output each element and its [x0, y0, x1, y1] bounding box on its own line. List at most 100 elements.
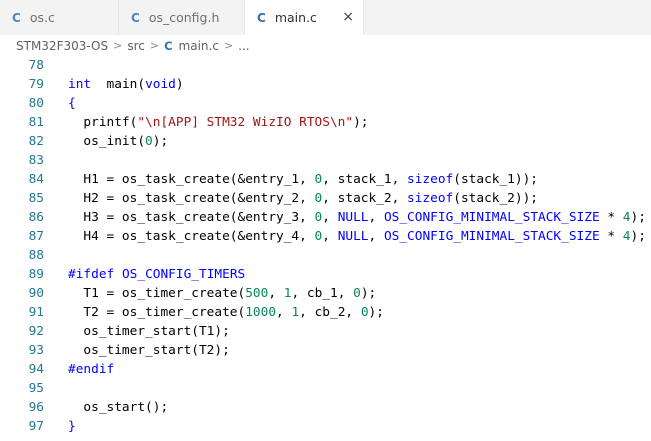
code-text: T1 = os_timer_create(500, 1, cb_1, 0);	[68, 284, 376, 303]
code-line[interactable]: 78	[0, 56, 651, 75]
code-token: int	[68, 77, 92, 92]
tab-label: os_config.h	[148, 10, 220, 25]
code-token: );	[353, 115, 369, 130]
code-editor[interactable]: 78 79 int main(void) 80 {81 printf("\n[APP] …	[0, 56, 651, 441]
code-text: H1 = os_task_create(&entry_1, 0, stack_1…	[68, 170, 538, 189]
code-text: H2 = os_task_create(&entry_2, 0, stack_2…	[68, 189, 538, 208]
code-token: ,	[322, 229, 338, 244]
code-token: , cb_1,	[291, 286, 354, 301]
code-token: printf(	[68, 115, 138, 130]
code-line[interactable]: 95	[0, 379, 651, 398]
code-token: ,	[268, 286, 284, 301]
breadcrumb-project[interactable]: STM32F303-OS	[16, 39, 108, 53]
line-number: 89	[28, 267, 44, 282]
code-text: printf("\n[APP] STM32 WizIO RTOS\n");	[68, 113, 369, 132]
tab-label: main.c	[274, 10, 317, 25]
line-number: 78	[28, 58, 44, 73]
code-line[interactable]: 93 os_timer_start(T2);	[0, 341, 651, 360]
code-token: H3 = os_task_create(&entry_3,	[68, 210, 315, 225]
code-token: , stack_2,	[322, 191, 408, 206]
code-token: ,	[322, 210, 338, 225]
code-token: ,	[368, 210, 384, 225]
tab-main-c[interactable]: C main.c ×	[245, 0, 364, 35]
code-token: main(	[91, 77, 146, 92]
line-number: 97	[28, 419, 44, 434]
code-token: OS_CONFIG_TIMERS	[121, 267, 246, 282]
line-number: 88	[28, 248, 44, 263]
line-number: 93	[28, 343, 44, 358]
code-token: NULL	[337, 210, 369, 225]
code-line[interactable]: 92 os_timer_start(T1);	[0, 322, 651, 341]
code-token: 4	[622, 210, 631, 225]
code-line[interactable]: 87 H4 = os_task_create(&entry_4, 0, NULL…	[0, 227, 651, 246]
code-token: os_start();	[68, 400, 169, 415]
code-line[interactable]: 84 H1 = os_task_create(&entry_1, 0, stac…	[0, 170, 651, 189]
code-token: sizeof	[407, 191, 454, 206]
code-token: );	[368, 305, 384, 320]
line-number: 91	[28, 305, 44, 320]
line-number: 81	[28, 115, 44, 130]
editor-tab-bar: C os.c C os_config.h C main.c ×	[0, 0, 651, 35]
code-line[interactable]: 81 printf("\n[APP] STM32 WizIO RTOS\n");	[0, 113, 651, 132]
line-number: 90	[28, 286, 44, 301]
code-line[interactable]: 89 #ifdef OS_CONFIG_TIMERS	[0, 265, 651, 284]
code-token: void	[145, 77, 176, 92]
code-token: *	[599, 210, 623, 225]
close-icon[interactable]: ×	[342, 9, 354, 25]
code-token: #ifdef	[68, 267, 115, 282]
code-line[interactable]: 96 os_start();	[0, 398, 651, 417]
c-file-icon: C	[131, 10, 140, 25]
code-token: "\n[APP] STM32 WizIO RTOS\n"	[137, 115, 354, 130]
code-token: #endif	[68, 362, 115, 377]
breadcrumb-file[interactable]: main.c	[179, 39, 219, 53]
breadcrumb-folder[interactable]: src	[127, 39, 145, 53]
code-text: H4 = os_task_create(&entry_4, 0, NULL, O…	[68, 227, 646, 246]
code-token: , stack_1,	[322, 172, 408, 187]
code-token: 4	[622, 229, 631, 244]
code-line[interactable]: 97}	[0, 417, 651, 436]
line-number: 92	[28, 324, 44, 339]
breadcrumb-symbol-more[interactable]: ...	[238, 39, 249, 53]
code-line[interactable]: 82 os_init(0);	[0, 132, 651, 151]
c-file-icon: C	[164, 38, 173, 53]
code-token: os_timer_start(T2);	[68, 343, 230, 358]
code-token: 1000	[245, 305, 277, 320]
code-token: (stack_2));	[453, 191, 538, 206]
code-line[interactable]: 79 int main(void)	[0, 75, 651, 94]
code-line[interactable]: 94 #endif	[0, 360, 651, 379]
line-number: 79	[28, 77, 44, 92]
code-token: 500	[245, 286, 269, 301]
code-line[interactable]: 80 {	[0, 94, 651, 113]
code-token: 0	[145, 134, 153, 149]
code-token: os_init(	[68, 134, 146, 149]
code-line[interactable]: 86 H3 = os_task_create(&entry_3, 0, NULL…	[0, 208, 651, 227]
code-line[interactable]: 91 T2 = os_timer_create(1000, 1, cb_2, 0…	[0, 303, 651, 322]
code-token: os_timer_start(T1);	[68, 324, 230, 339]
code-line[interactable]: 88	[0, 246, 651, 265]
code-token: );	[360, 286, 377, 301]
code-line[interactable]: 85 H2 = os_task_create(&entry_2, 0, stac…	[0, 189, 651, 208]
code-token: 0	[353, 286, 361, 301]
line-number: 85	[28, 191, 44, 206]
code-token: H2 = os_task_create(&entry_2,	[68, 191, 315, 206]
chevron-right-icon: >	[149, 39, 160, 52]
code-token: H4 = os_task_create(&entry_4,	[68, 229, 315, 244]
line-number: 96	[28, 400, 44, 415]
code-line[interactable]: 83	[0, 151, 651, 170]
code-token: , cb_2,	[299, 305, 361, 320]
tab-os-c[interactable]: C os.c	[0, 0, 119, 35]
code-text: H3 = os_task_create(&entry_3, 0, NULL, O…	[68, 208, 646, 227]
code-token: }	[68, 419, 76, 434]
code-line[interactable]: 90 T1 = os_timer_create(500, 1, cb_1, 0)…	[0, 284, 651, 303]
code-token: );	[152, 134, 169, 149]
code-token: ,	[276, 305, 292, 320]
code-token: {	[68, 96, 76, 111]
line-number: 87	[28, 229, 44, 244]
code-token: );	[630, 210, 646, 225]
tab-os-config-h[interactable]: C os_config.h	[119, 0, 245, 35]
chevron-right-icon: >	[223, 39, 234, 52]
c-file-icon: C	[12, 10, 21, 25]
code-text: #endif	[68, 360, 114, 379]
code-token: OS_CONFIG_MINIMAL_STACK_SIZE	[383, 210, 600, 225]
